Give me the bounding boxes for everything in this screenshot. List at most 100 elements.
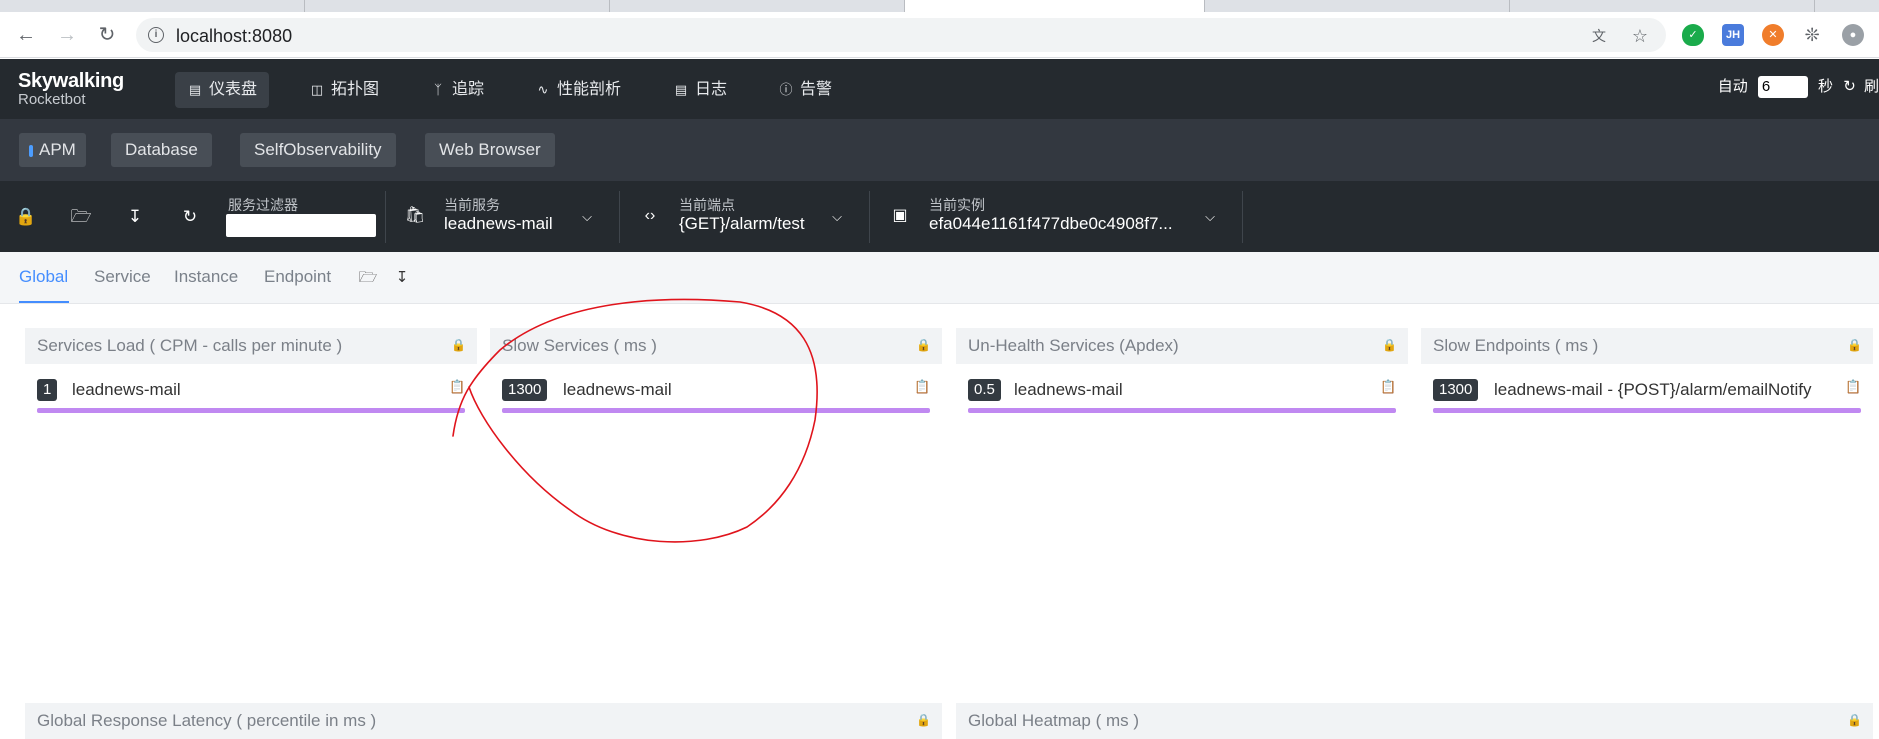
layer-tab-apm[interactable]: APM	[19, 133, 86, 167]
menu-label: 告警	[800, 81, 833, 98]
extension-shield-icon[interactable]: ✓	[1682, 24, 1704, 46]
active-tab-underline	[19, 301, 69, 303]
reload-icon[interactable]: ↻	[179, 206, 201, 228]
site-info-icon[interactable]: i	[148, 27, 164, 43]
value-badge: 0.5	[968, 379, 1001, 401]
panel-title: Un-Health Services (Apdex)	[968, 336, 1179, 355]
translate-icon[interactable]: 文	[1589, 26, 1609, 46]
folder-icon[interactable]: 🗁	[358, 268, 378, 288]
address-url[interactable]: localhost:8080	[176, 26, 292, 47]
clipboard-icon[interactable]: 📋	[914, 378, 930, 396]
refresh-label[interactable]: 刷	[1864, 78, 1879, 95]
divider	[385, 191, 386, 243]
browser-tab-strip	[0, 0, 1879, 12]
chevron-down-icon[interactable]: ⌵	[578, 208, 596, 226]
menu-profile[interactable]: ∿ 性能剖析	[523, 72, 633, 108]
topology-icon: ◫	[310, 82, 324, 97]
divider	[869, 191, 870, 243]
panel-global-response-latency: Global Response Latency ( percentile in …	[25, 703, 942, 739]
refresh-icon[interactable]: ↻	[1843, 78, 1856, 95]
auto-label: 自动	[1717, 78, 1748, 95]
back-icon[interactable]: ←	[15, 24, 37, 46]
clipboard-icon[interactable]: 📋	[1845, 378, 1861, 396]
menu-alarm[interactable]: ⓘ 告警	[766, 72, 844, 108]
value-badge: 1300	[502, 379, 548, 401]
lock-icon[interactable]: 🔒	[1847, 713, 1862, 727]
service-filter-input[interactable]	[226, 214, 376, 237]
dashboard-content: Services Load ( CPM - calls per minute )…	[0, 304, 1879, 739]
panel-title: Services Load ( CPM - calls per minute )	[37, 336, 343, 355]
clipboard-icon[interactable]: 📋	[449, 378, 465, 396]
lock-icon[interactable]: 🔒	[916, 338, 931, 352]
panel-slow-endpoints: Slow Endpoints ( ms ) 🔒 1300 leadnews-ma…	[1421, 328, 1873, 413]
menu-log[interactable]: ▤ 日志	[661, 72, 739, 108]
list-item[interactable]: 1300 leadnews-mail 📋	[490, 364, 942, 413]
download-icon[interactable]: ↧	[124, 206, 146, 228]
auto-refresh-input[interactable]: 6	[1757, 76, 1808, 99]
menu-label: 仪表盘	[209, 81, 258, 98]
bookmark-star-icon[interactable]: ☆	[1630, 26, 1650, 46]
alarm-icon: ⓘ	[779, 82, 793, 97]
list-item[interactable]: 1 leadnews-mail 📋	[25, 364, 477, 413]
value-bar	[1433, 408, 1861, 413]
layer-tab-database[interactable]: Database	[111, 133, 212, 167]
lock-icon[interactable]: 🔒	[1382, 338, 1397, 352]
lock-icon[interactable]: 🔒	[15, 206, 37, 228]
lock-icon[interactable]: 🔒	[451, 338, 466, 352]
menu-label: 日志	[695, 81, 728, 98]
endpoint-name[interactable]: leadnews-mail - {POST}/alarm/emailNotify	[1494, 380, 1811, 400]
menu-trace[interactable]: ᛉ 追踪	[418, 72, 496, 108]
panel-header: Slow Endpoints ( ms ) 🔒	[1421, 328, 1873, 364]
layer-tab-selfobservability[interactable]: SelfObservability	[240, 133, 396, 167]
endpoint-code-icon: ‹›	[644, 207, 656, 224]
list-item[interactable]: 1300 leadnews-mail - {POST}/alarm/emailN…	[1421, 364, 1873, 413]
logo-subtitle: Rocketbot	[18, 91, 86, 108]
active-indicator	[29, 144, 33, 157]
current-endpoint-label: 当前端点	[679, 197, 735, 213]
lock-icon[interactable]: 🔒	[1847, 338, 1862, 352]
tab-service[interactable]: Service	[94, 267, 151, 287]
service-name[interactable]: leadnews-mail	[72, 380, 181, 400]
service-name[interactable]: leadnews-mail	[563, 380, 672, 400]
logo-title: Skywalking	[18, 70, 124, 92]
service-name[interactable]: leadnews-mail	[1014, 380, 1123, 400]
value-bar	[502, 408, 930, 413]
service-filter-label: 服务过滤器	[228, 197, 298, 213]
browser-tab[interactable]	[0, 0, 305, 12]
layer-label: APM	[39, 140, 76, 159]
lock-icon[interactable]: 🔒	[916, 713, 931, 727]
reload-icon[interactable]: ↻	[96, 24, 118, 46]
divider	[1242, 191, 1243, 243]
chevron-down-icon[interactable]: ⌵	[1201, 208, 1219, 226]
extension-orange-icon[interactable]: ✕	[1762, 24, 1784, 46]
list-item[interactable]: 0.5 leadnews-mail 📋	[956, 364, 1408, 413]
logo[interactable]: Skywalking Rocketbot	[18, 70, 124, 108]
extension-jh-icon[interactable]: JH	[1722, 24, 1744, 46]
current-endpoint-value[interactable]: {GET}/alarm/test	[679, 214, 805, 234]
service-icon: 🛍	[404, 207, 426, 224]
menu-topology[interactable]: ◫ 拓扑图	[297, 72, 391, 108]
chevron-down-icon[interactable]: ⌵	[828, 208, 846, 226]
browser-tab-active[interactable]	[905, 0, 1205, 12]
download-icon[interactable]: ↧	[392, 268, 412, 288]
layer-tab-web-browser[interactable]: Web Browser	[425, 133, 555, 167]
tab-instance[interactable]: Instance	[174, 267, 238, 287]
tab-global[interactable]: Global	[19, 267, 68, 287]
current-service-label: 当前服务	[444, 197, 500, 213]
extensions-puzzle-icon[interactable]: ❊	[1801, 24, 1823, 46]
panel-title: Slow Endpoints ( ms )	[1433, 336, 1599, 355]
browser-tab[interactable]	[610, 0, 905, 12]
trace-icon: ᛉ	[434, 82, 442, 97]
tab-endpoint[interactable]: Endpoint	[264, 267, 331, 287]
folder-icon[interactable]: 🗁	[70, 206, 92, 228]
current-service-value[interactable]: leadnews-mail	[444, 214, 553, 234]
browser-tab[interactable]	[1205, 0, 1510, 12]
browser-tab[interactable]	[1510, 0, 1815, 12]
profile-avatar-icon[interactable]: ●	[1842, 24, 1864, 46]
forward-icon[interactable]: →	[56, 24, 78, 46]
address-bar[interactable]: i localhost:8080 文 ☆	[136, 18, 1666, 52]
menu-dashboard[interactable]: ▤ 仪表盘	[175, 72, 270, 108]
browser-tab[interactable]	[305, 0, 610, 12]
clipboard-icon[interactable]: 📋	[1380, 378, 1396, 396]
current-instance-value[interactable]: efa044e1161f477dbe0c4908f7...	[929, 214, 1173, 234]
